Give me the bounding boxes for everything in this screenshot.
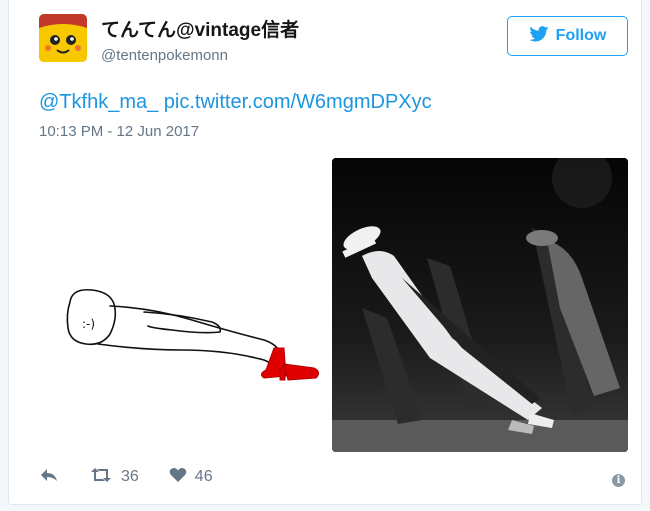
tweet-text: @Tkfhk_ma_ pic.twitter.com/W6mgmDPXyc [39,91,432,114]
avatar[interactable] [39,14,87,62]
tweet-actions: 36 46 [39,464,243,490]
retweet-count: 36 [121,468,139,485]
info-icon[interactable]: i [612,474,625,487]
like-button[interactable]: 46 [169,467,213,488]
heart-icon [169,467,187,488]
follow-label: Follow [555,27,607,44]
like-count: 46 [194,468,213,485]
retweet-button[interactable]: 36 [89,467,139,488]
doodle-image[interactable]: :-) [52,282,332,397]
user-handle[interactable]: @tentenpokemonn [101,47,228,64]
reply-button[interactable] [39,467,59,488]
tweet-card: てんてん@vintage信者 @tentenpokemonn Follow @T… [8,0,642,505]
media-link[interactable]: pic.twitter.com/W6mgmDPXyc [164,91,432,113]
reply-icon [39,467,59,488]
display-name[interactable]: てんてん@vintage信者 [101,15,299,42]
twitter-bird-icon [529,25,549,47]
svg-text::-): :-) [82,317,95,331]
timestamp[interactable]: 10:13 PM - 12 Jun 2017 [39,123,199,140]
tweet-photo[interactable] [332,158,628,452]
retweet-icon [89,467,113,488]
follow-button[interactable]: Follow [507,16,628,56]
mention-link[interactable]: @Tkfhk_ma_ [39,91,158,113]
